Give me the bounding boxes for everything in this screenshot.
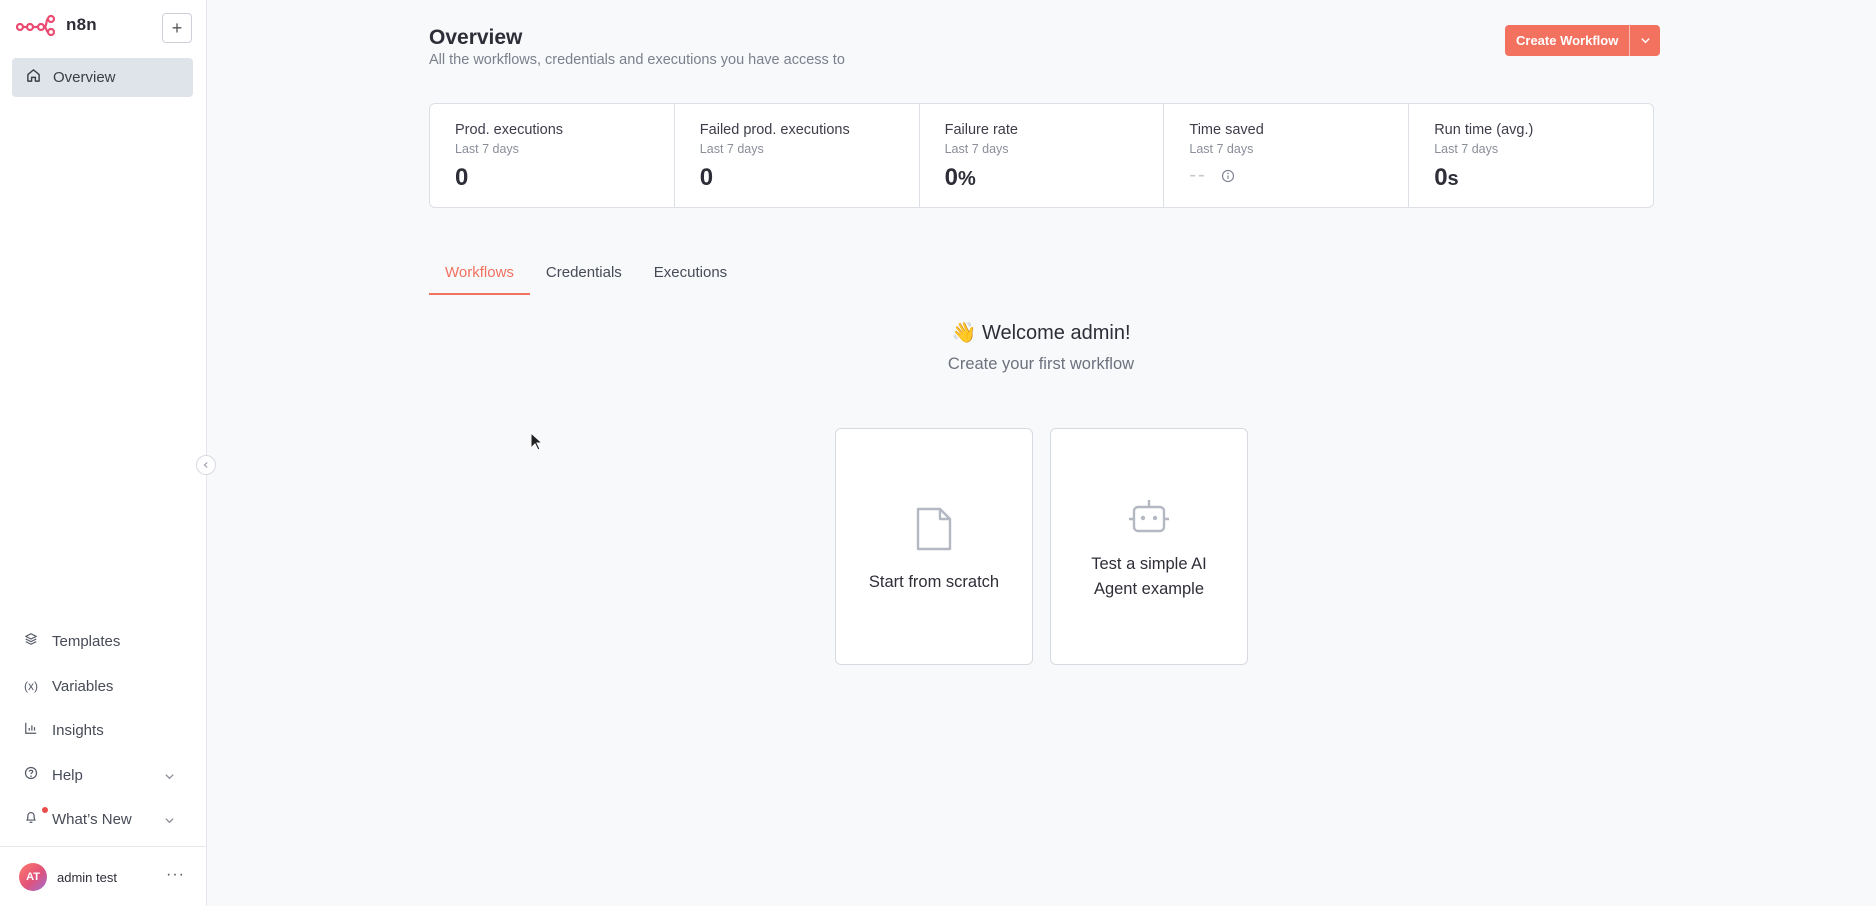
chevron-left-icon xyxy=(203,462,208,468)
robot-icon xyxy=(1126,497,1172,540)
card-label: Start from scratch xyxy=(868,573,1000,591)
n8n-logo-icon xyxy=(16,14,56,36)
stat-label: Run time (avg.) xyxy=(1434,122,1534,138)
chart-icon xyxy=(24,721,38,739)
chevron-down-icon xyxy=(164,813,175,830)
tab-bar: Workflows Credentials Executions xyxy=(429,256,743,295)
stat-period: Last 7 days xyxy=(699,142,764,156)
stat-unit: s xyxy=(1447,168,1459,190)
file-icon xyxy=(914,505,954,558)
tab-workflows[interactable]: Workflows xyxy=(429,256,530,295)
info-icon[interactable] xyxy=(1221,169,1235,183)
layers-icon xyxy=(24,632,38,650)
stat-period: Last 7 days xyxy=(944,142,1009,156)
wave-emoji: 👋 xyxy=(951,322,977,344)
app-name: n8n xyxy=(66,15,97,34)
stat-time-saved[interactable]: Time saved Last 7 days -- xyxy=(1164,104,1410,207)
sidebar-item-label: Overview xyxy=(53,69,116,86)
notification-dot xyxy=(42,807,48,813)
stat-label: Prod. executions xyxy=(455,122,564,138)
stat-period: Last 7 days xyxy=(455,142,519,156)
divider xyxy=(0,846,207,847)
sidebar-item-label: Help xyxy=(52,766,83,784)
create-workflow-dropdown-button[interactable] xyxy=(1630,25,1660,56)
sidebar: n8n + Overview Templates (x) Variables I… xyxy=(0,0,207,906)
create-workflow-button-group: Create Workflow xyxy=(1505,25,1661,56)
sidebar-item-label: Variables xyxy=(52,677,114,695)
sidebar-item-label: Templates xyxy=(52,632,121,650)
logo[interactable]: n8n xyxy=(16,14,97,36)
sidebar-item-help[interactable]: Help xyxy=(12,757,193,793)
sidebar-item-label: Insights xyxy=(52,721,104,739)
stat-label: Failed prod. executions xyxy=(699,122,850,138)
stat-period: Last 7 days xyxy=(1434,142,1499,156)
start-from-scratch-card[interactable]: Start from scratch xyxy=(835,428,1033,665)
stat-value: 0% xyxy=(944,164,976,191)
stat-run-time[interactable]: Run time (avg.) Last 7 days 0s xyxy=(1409,104,1653,207)
card-label: Test a simple AI Agent example xyxy=(1091,555,1207,598)
stat-value: -- xyxy=(1189,164,1408,187)
stat-unit: % xyxy=(957,168,976,190)
page-subtitle: All the workflows, credentials and execu… xyxy=(429,52,845,68)
stat-value: 0 xyxy=(455,164,469,191)
welcome-heading: 👋 Welcome admin! xyxy=(0,320,1876,345)
create-workflow-button[interactable]: Create Workflow xyxy=(1505,25,1631,56)
help-icon xyxy=(24,766,38,784)
stat-value: 0s xyxy=(1434,164,1459,191)
stat-prod-executions[interactable]: Prod. executions Last 7 days 0 xyxy=(430,104,675,207)
stat-label: Time saved xyxy=(1189,122,1264,138)
variables-icon: (x) xyxy=(24,679,38,693)
insights-summary: Prod. executions Last 7 days 0 Failed pr… xyxy=(429,103,1654,208)
sidebar-item-whats-new[interactable]: What’s New xyxy=(12,801,193,837)
home-icon xyxy=(26,68,41,87)
user-menu-button[interactable]: ··· xyxy=(166,866,185,884)
sidebar-item-templates[interactable]: Templates xyxy=(12,623,193,659)
sidebar-item-label: What’s New xyxy=(52,810,132,828)
user-profile[interactable]: AT admin test xyxy=(19,863,117,891)
ai-agent-example-card[interactable]: Test a simple AI Agent example xyxy=(1050,428,1248,665)
mouse-cursor-icon xyxy=(530,432,544,451)
tab-credentials[interactable]: Credentials xyxy=(530,256,638,294)
collapse-sidebar-button[interactable] xyxy=(196,455,216,475)
welcome-title: Welcome admin! xyxy=(981,322,1131,344)
stat-label: Failure rate xyxy=(944,122,1018,138)
bell-icon xyxy=(24,810,38,828)
sidebar-item-insights[interactable]: Insights xyxy=(12,712,193,748)
user-name: admin test xyxy=(57,869,117,885)
welcome-subtitle: Create your first workflow xyxy=(947,355,1135,373)
avatar: AT xyxy=(19,863,47,891)
stat-failure-rate[interactable]: Failure rate Last 7 days 0% xyxy=(920,104,1165,207)
stat-period: Last 7 days xyxy=(1189,142,1254,156)
chevron-down-icon xyxy=(1641,38,1650,44)
chevron-down-icon xyxy=(164,769,175,786)
page-title: Overview xyxy=(429,26,523,49)
add-button[interactable]: + xyxy=(162,13,192,43)
stat-value: 0 xyxy=(699,164,714,191)
sidebar-item-variables[interactable]: (x) Variables xyxy=(12,668,193,704)
sidebar-item-overview[interactable]: Overview xyxy=(12,58,193,97)
stat-failed-prod-executions[interactable]: Failed prod. executions Last 7 days 0 xyxy=(675,104,920,207)
tab-executions[interactable]: Executions xyxy=(638,256,743,294)
